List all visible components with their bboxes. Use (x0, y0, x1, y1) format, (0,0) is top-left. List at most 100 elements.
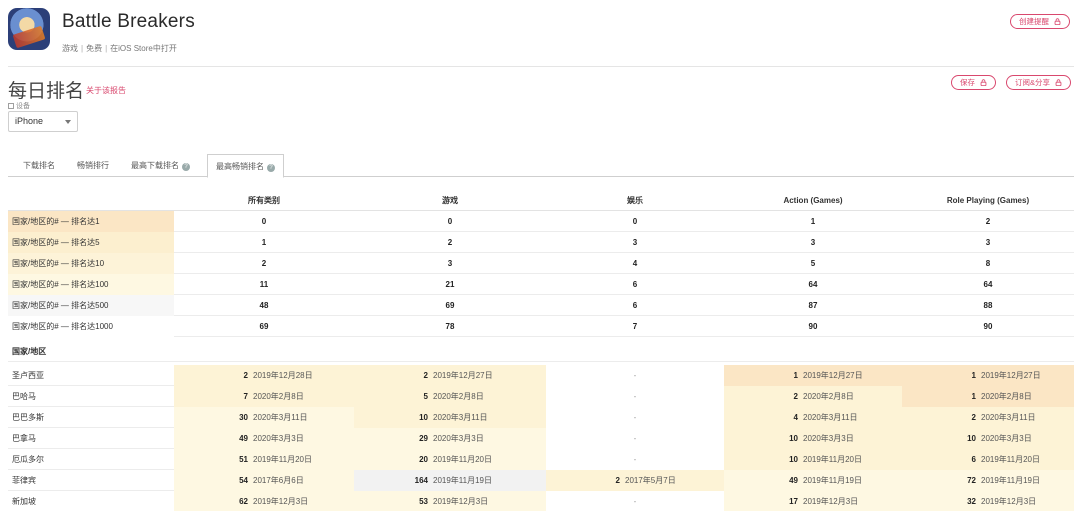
create-alert-button[interactable]: 创建提醒 (1010, 14, 1071, 29)
rank-value-wrap: 10 (902, 428, 976, 449)
summary-value: 8 (985, 259, 991, 268)
about-report-link[interactable]: 关于该报告 (86, 85, 126, 96)
column-header[interactable]: 游戏 (354, 190, 546, 211)
rank-date: 2020年3月3日 (803, 434, 854, 443)
save-button[interactable]: 保存 (951, 75, 997, 90)
rank-value: 49 (239, 434, 248, 443)
rank-cell: 2 2019年12月28日 (174, 365, 354, 386)
rank-value: 29 (419, 434, 428, 443)
rank-cell: 10 2019年11月20日 (724, 449, 902, 470)
rank-cell: 164 2019年11月19日 (354, 470, 546, 491)
rank-cell: 1 2019年12月27日 (724, 365, 902, 386)
rank-cell: - (546, 365, 724, 386)
rank-value-wrap: 49 (724, 470, 798, 491)
rank-value-wrap: 4 (724, 407, 798, 428)
country-row[interactable]: 厄瓜多尔 51 2019年11月20日 20 2019年11月20日 - 10 2019年11… (8, 449, 1074, 470)
rank-value-wrap: 29 (354, 428, 428, 449)
rank-value: 72 (967, 476, 976, 485)
tab-top-downloads-rank[interactable]: 最高下载排名? (123, 154, 198, 177)
rank-value-wrap: 2 (724, 386, 798, 407)
rank-value-wrap: 1 (902, 386, 976, 407)
tab-grossing-rank[interactable]: 畅销排行 (69, 154, 117, 177)
summary-value: 2 (261, 259, 267, 268)
summary-row-label: 国家/地区的# — 排名达1 (8, 211, 174, 232)
rank-date: 2019年12月3日 (433, 497, 489, 506)
summary-value: 69 (259, 322, 269, 331)
rank-value: 62 (239, 497, 248, 506)
subscribe-share-button[interactable]: 订阅&分享 (1006, 75, 1072, 90)
rank-cell: 4 2020年3月11日 (724, 407, 902, 428)
rank-cell: 7 2020年2月8日 (174, 386, 354, 407)
summary-value: 48 (259, 301, 269, 310)
rank-cell: 2 2020年2月8日 (724, 386, 902, 407)
rank-cell: 2 2017年5月7日 (546, 470, 724, 491)
rank-cell: 10 2020年3月11日 (354, 407, 546, 428)
rank-value: 49 (789, 476, 798, 485)
device-select-value: iPhone (15, 116, 44, 126)
rank-date: 2019年12月3日 (981, 497, 1037, 506)
rank-date: 2019年12月27日 (981, 371, 1041, 380)
rank-value: 54 (239, 476, 248, 485)
summary-row-label: 国家/地区的# — 排名达5 (8, 232, 174, 253)
rank-cell: - (546, 428, 724, 449)
rank-cell: - (546, 449, 724, 470)
tab-top-grossing-rank[interactable]: 最高畅销排名? (207, 154, 284, 178)
question-circle-icon[interactable]: ? (267, 164, 275, 172)
country-name[interactable]: 新加坡 (8, 491, 174, 511)
app-category[interactable]: 游戏 (62, 44, 78, 53)
rank-cell: 49 2020年3月3日 (174, 428, 354, 449)
device-icon (8, 103, 14, 109)
rank-date: 2019年11月20日 (981, 455, 1040, 464)
rank-cell: 1 2019年12月27日 (902, 365, 1074, 386)
app-icon[interactable] (8, 8, 50, 50)
country-name[interactable]: 厄瓜多尔 (8, 449, 174, 470)
summary-value: 2 (985, 217, 991, 226)
summary-value: 4 (632, 259, 638, 268)
rank-cell: 2 2019年12月27日 (354, 365, 546, 386)
rank-value: 20 (419, 455, 428, 464)
country-header-label[interactable]: 国家/地区 (8, 341, 174, 362)
rank-value: 30 (239, 413, 248, 422)
summary-row: 国家/地区的# — 排名达500 48 69 6 87 88 (8, 295, 1074, 316)
device-select[interactable]: iPhone (8, 111, 78, 132)
country-name[interactable]: 圣卢西亚 (8, 365, 174, 386)
rank-value-wrap: 54 (174, 470, 248, 491)
rank-value-wrap: 32 (902, 491, 976, 511)
summary-value: 3 (632, 238, 638, 247)
rank-date: 2019年11月20日 (803, 455, 862, 464)
rank-date: 2019年11月19日 (803, 476, 862, 485)
rank-cell: 10 2020年3月3日 (902, 428, 1074, 449)
country-row[interactable]: 圣卢西亚 2 2019年12月28日 2 2019年12月27日 - 1 2019年12月27… (8, 365, 1074, 386)
country-name[interactable]: 巴拿马 (8, 428, 174, 449)
rank-cell: 72 2019年11月19日 (902, 470, 1074, 491)
column-header[interactable]: 所有类别 (174, 190, 354, 211)
create-alert-label: 创建提醒 (1019, 17, 1049, 26)
column-header[interactable]: Role Playing (Games) (902, 190, 1074, 211)
summary-value: 3 (810, 238, 816, 247)
rank-cell: 2 2020年3月11日 (902, 407, 1074, 428)
tab-downloads-rank[interactable]: 下载排名 (15, 154, 63, 177)
column-header[interactable]: 娱乐 (546, 190, 724, 211)
country-row[interactable]: 新加坡 62 2019年12月3日 53 2019年12月3日 - 17 2019年12月3日… (8, 491, 1074, 511)
meta-divider: | (81, 44, 84, 53)
page-title: 每日排名 (8, 81, 85, 102)
rank-value-wrap: 10 (724, 449, 798, 470)
country-name[interactable]: 菲律宾 (8, 470, 174, 491)
app-title[interactable]: Battle Breakers (62, 11, 195, 33)
country-row[interactable]: 巴拿马 49 2020年3月3日 29 2020年3月3日 - 10 2020年3月3日 10 2… (8, 428, 1074, 449)
country-row[interactable]: 巴哈马 7 2020年2月8日 5 2020年2月8日 - 2 2020年2月8日 1 2020年… (8, 386, 1074, 407)
rank-value-wrap: 30 (174, 407, 248, 428)
rank-value-wrap: 2 (546, 470, 620, 491)
summary-value: 3 (447, 259, 453, 268)
summary-value: 11 (259, 280, 269, 289)
country-name[interactable]: 巴哈马 (8, 386, 174, 407)
country-row[interactable]: 巴巴多斯 30 2020年3月11日 10 2020年3月11日 - 4 2020年3月11日… (8, 407, 1074, 428)
country-name[interactable]: 巴巴多斯 (8, 407, 174, 428)
column-header[interactable]: Action (Games) (724, 190, 902, 211)
open-in-store-link[interactable]: 在iOS Store中打开 (110, 44, 177, 53)
question-circle-icon[interactable]: ? (182, 163, 190, 171)
rank-value: 6 (971, 455, 976, 464)
summary-value: 90 (983, 322, 993, 331)
header-divider (8, 66, 1074, 67)
country-row[interactable]: 菲律宾 54 2017年6月6日 164 2019年11月19日 2 2017年5月7日 49… (8, 470, 1074, 491)
